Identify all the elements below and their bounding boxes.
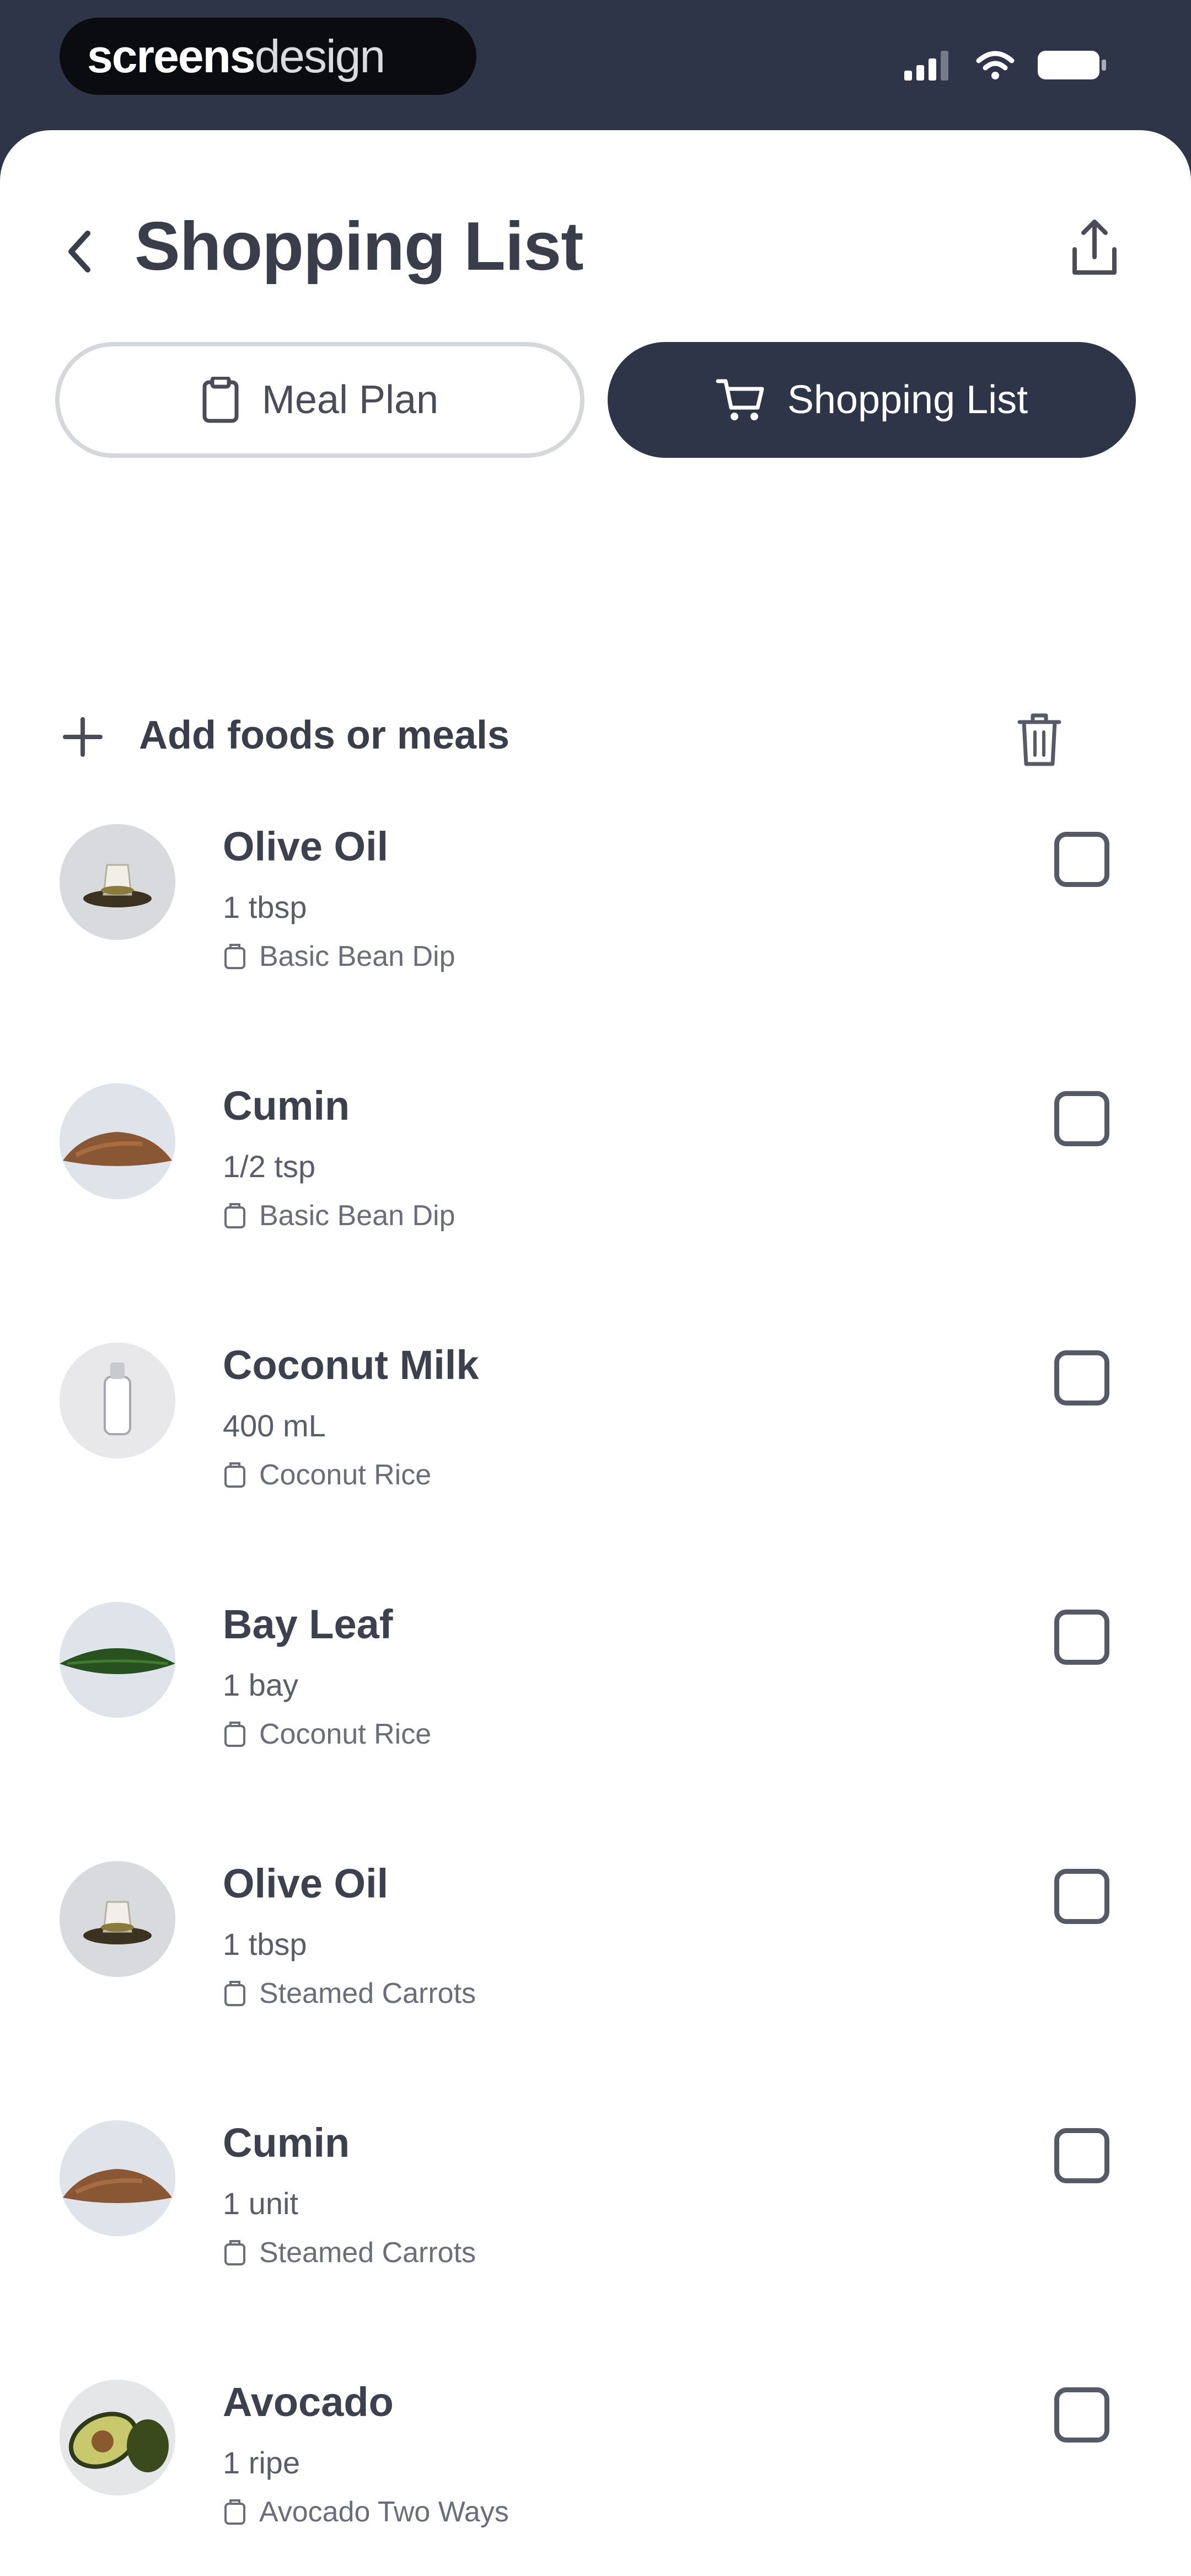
- list-item[interactable]: Olive Oil 1 tbsp Steamed Carrots: [0, 1791, 1191, 2050]
- tab-shopping-list-label: Shopping List: [787, 378, 1028, 422]
- item-name: Cumin: [223, 2120, 350, 2166]
- main-card: Shopping List Meal Plan Shopping List Ad…: [0, 130, 1191, 2576]
- food-thumbnail: [60, 1343, 175, 1458]
- cart-icon: [716, 379, 764, 420]
- item-checkbox[interactable]: [1054, 832, 1109, 887]
- header: Shopping List: [0, 130, 1191, 373]
- recipe-icon: [224, 1722, 245, 1747]
- item-recipe: Basic Bean Dip: [223, 1199, 455, 1232]
- item-recipe: Avocado Two Ways: [223, 2495, 509, 2529]
- item-checkbox[interactable]: [1054, 1350, 1109, 1405]
- item-recipe: Steamed Carrots: [223, 1977, 476, 2010]
- item-recipe-label: Steamed Carrots: [259, 1978, 476, 2010]
- item-recipe-label: Coconut Rice: [259, 1459, 432, 1491]
- chevron-left-icon: [68, 231, 90, 272]
- share-icon: [1072, 220, 1117, 275]
- item-quantity: 1/2 tsp: [223, 1149, 316, 1184]
- item-recipe-label: Basic Bean Dip: [259, 940, 455, 972]
- recipe-icon: [224, 2499, 245, 2525]
- food-thumbnail: [60, 1602, 175, 1718]
- list-item[interactable]: Cumin 1 unit Steamed Carrots: [0, 2050, 1191, 2309]
- tab-shopping-list[interactable]: Shopping List: [608, 342, 1136, 458]
- signal-icon: [904, 51, 948, 81]
- item-checkbox[interactable]: [1054, 1869, 1109, 1924]
- recipe-icon: [224, 2240, 245, 2265]
- item-quantity: 1 tbsp: [223, 1927, 307, 1962]
- brand-logo: screens design: [60, 18, 476, 95]
- battery-icon: [1038, 51, 1106, 79]
- item-checkbox[interactable]: [1054, 2128, 1109, 2183]
- item-name: Coconut Milk: [223, 1342, 479, 1388]
- item-recipe-label: Basic Bean Dip: [259, 1200, 455, 1232]
- recipe-icon: [224, 1981, 245, 2006]
- item-recipe-label: Coconut Rice: [259, 1718, 432, 1750]
- add-foods-button[interactable]: Add foods or meals: [139, 713, 509, 758]
- tab-meal-plan-label: Meal Plan: [261, 378, 439, 422]
- tab-meal-plan[interactable]: Meal Plan: [55, 342, 584, 458]
- food-thumbnail: [60, 824, 175, 940]
- share-button[interactable]: [1059, 213, 1130, 285]
- page-title: Shopping List: [135, 209, 584, 285]
- list-item[interactable]: Cumin 1/2 tsp Basic Bean Dip: [0, 1013, 1191, 1272]
- item-name: Bay Leaf: [223, 1601, 393, 1647]
- brand-primary: screens: [87, 30, 256, 82]
- food-thumbnail: [60, 2380, 175, 2495]
- item-checkbox[interactable]: [1054, 1610, 1109, 1665]
- food-thumbnail: [60, 1861, 175, 1977]
- wifi-icon: [976, 51, 1015, 79]
- item-quantity: 1 tbsp: [223, 890, 307, 924]
- item-recipe: Coconut Rice: [223, 1718, 431, 1751]
- item-quantity: 1 unit: [223, 2186, 298, 2221]
- list-item[interactable]: Olive Oil 1 tbsp Basic Bean Dip: [0, 753, 1191, 1013]
- item-recipe: Steamed Carrots: [223, 2236, 476, 2269]
- item-name: Olive Oil: [223, 1861, 389, 1906]
- status-icons: [904, 49, 1108, 82]
- item-recipe-label: Steamed Carrots: [259, 2237, 476, 2269]
- status-bar: screens design: [0, 0, 1191, 132]
- plus-icon[interactable]: [61, 715, 105, 759]
- list-item[interactable]: Bay Leaf 1 bay Coconut Rice: [0, 1531, 1191, 1791]
- item-quantity: 1 ripe: [223, 2445, 301, 2480]
- item-checkbox[interactable]: [1054, 2387, 1109, 2443]
- list-item[interactable]: Avocado 1 ripe Avocado Two Ways: [0, 2309, 1191, 2568]
- item-name: Avocado: [223, 2379, 394, 2425]
- recipe-icon: [224, 1462, 245, 1488]
- food-thumbnail: [60, 2120, 175, 2236]
- item-recipe: Coconut Rice: [223, 1458, 431, 1492]
- list-item[interactable]: Coconut Milk 400 mL Coconut Rice: [0, 1272, 1191, 1531]
- clipboard-icon: [202, 377, 239, 423]
- item-name: Cumin: [223, 1083, 350, 1129]
- item-recipe-label: Avocado Two Ways: [259, 2496, 509, 2528]
- item-checkbox[interactable]: [1054, 1091, 1109, 1146]
- item-recipe: Basic Bean Dip: [223, 940, 455, 973]
- food-thumbnail: [60, 1083, 175, 1199]
- brand-secondary: design: [254, 30, 386, 82]
- item-quantity: 400 mL: [223, 1408, 326, 1443]
- recipe-icon: [224, 944, 245, 969]
- back-button[interactable]: [55, 218, 105, 285]
- recipe-icon: [224, 1203, 245, 1228]
- item-name: Olive Oil: [223, 824, 389, 869]
- view-toggle: Meal Plan Shopping List: [55, 342, 1136, 458]
- item-quantity: 1 bay: [223, 1668, 298, 1702]
